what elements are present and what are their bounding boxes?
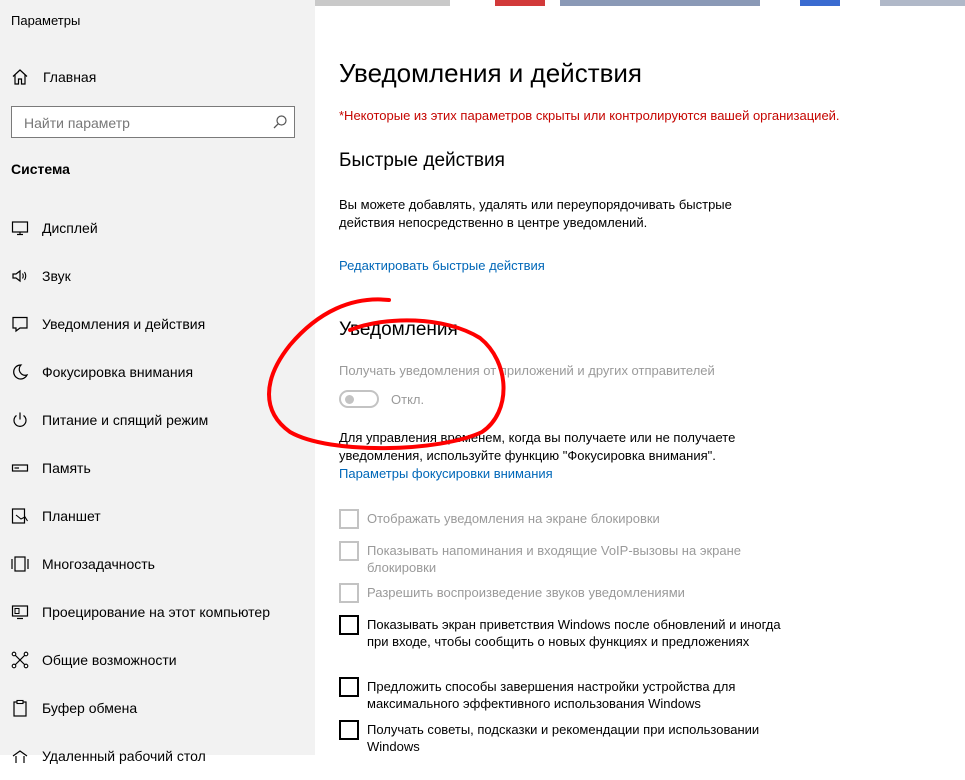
edit-quick-actions-link[interactable]: Редактировать быстрые действия [339,258,545,273]
notifications-heading: Уведомления [339,319,458,340]
remote-desktop-icon [12,750,28,763]
sidebar-item-multitasking[interactable]: Многозадачность [0,540,315,588]
sidebar-item-label: Питание и спящий режим [42,412,209,428]
checkbox-row: Показывать напоминания и входящие VoIP-в… [339,541,789,576]
page-title: Уведомления и действия [339,58,643,88]
quick-actions-description: Вы можете добавлять, удалять или переупо… [339,197,732,230]
checkbox-label: Предложить способы завершения настройки … [367,679,736,711]
sidebar-item-label: Планшет [42,508,101,524]
lock-screen-reminders-checkbox[interactable] [339,541,359,561]
sidebar-item-shared-experiences[interactable]: Общие возможности [0,636,315,684]
sidebar-item-label: Общие возможности [42,652,177,668]
quick-actions-heading: Быстрые действия [339,150,505,171]
display-icon [11,221,29,236]
policy-warning: *Некоторые из этих параметров скрыты или… [339,108,840,123]
checkbox-label: Показывать напоминания и входящие VoIP-в… [367,543,742,575]
sidebar-item-tablet[interactable]: Планшет [0,492,315,540]
sidebar-item-label: Звук [42,268,71,284]
checkbox-row: Получать советы, подсказки и рекомендаци… [339,720,789,755]
home-label: Главная [43,69,97,85]
notifications-toggle-label: Получать уведомления от приложений и дру… [339,363,715,378]
checkbox-label: Разрешить воспроизведение звуков уведомл… [367,585,685,600]
sidebar-item-sound[interactable]: Звук [0,252,315,300]
tips-checkbox[interactable] [339,720,359,740]
sidebar-item-label: Память [42,460,91,476]
checkbox-row: Разрешить воспроизведение звуков уведомл… [339,583,789,603]
focus-assist-settings-link[interactable]: Параметры фокусировки внимания [339,466,553,481]
sidebar-item-projecting[interactable]: Проецирование на этот компьютер [0,588,315,636]
notifications-icon [12,316,28,333]
setup-suggestions-checkbox[interactable] [339,677,359,697]
search-icon[interactable] [272,114,288,130]
checkbox-row: Предложить способы завершения настройки … [339,677,789,712]
sidebar-item-label: Удаленный рабочий стол [42,748,206,764]
notifications-toggle[interactable] [339,390,379,408]
sidebar-item-label: Фокусировка внимания [42,364,194,380]
lock-screen-notifications-checkbox[interactable] [339,509,359,529]
sidebar-item-focus-assist[interactable]: Фокусировка внимания [0,348,315,396]
toggle-state-label: Откл. [391,391,425,407]
sidebar-item-label: Дисплей [42,220,98,236]
notifications-toggle-row: Откл. [339,390,424,408]
toggle-knob [345,395,354,404]
tablet-icon [11,508,28,524]
section-heading: Система [11,161,70,177]
multitasking-icon [11,556,29,572]
sidebar-item-label: Буфер обмена [42,700,138,716]
projecting-icon [11,605,29,620]
clipboard-icon [13,699,27,717]
checkbox-label: Получать советы, подсказки и рекомендаци… [367,722,760,754]
search-placeholder: Найти параметр [24,115,130,131]
sidebar-home[interactable]: Главная [11,66,96,88]
shared-experiences-icon [11,651,29,669]
storage-icon [11,464,29,472]
notification-sounds-checkbox[interactable] [339,583,359,603]
home-icon [12,69,28,85]
window-title: Параметры [11,13,81,28]
main-content: Уведомления и действия *Некоторые из эти… [315,0,965,755]
sidebar-item-label: Многозадачность [42,556,155,572]
checkbox-row: Показывать экран приветствия Windows пос… [339,615,789,650]
power-icon [13,412,27,427]
sidebar-item-remote-desktop[interactable]: Удаленный рабочий стол [0,732,315,780]
sidebar-item-notifications[interactable]: Уведомления и действия [0,300,315,348]
welcome-experience-checkbox[interactable] [339,615,359,635]
search-input[interactable]: Найти параметр [11,106,295,138]
sidebar-item-display[interactable]: Дисплей [0,204,315,252]
checkbox-row: Отображать уведомления на экране блокиро… [339,509,789,529]
sound-icon [12,269,27,283]
sidebar-item-label: Уведомления и действия [42,316,206,332]
sidebar-item-clipboard[interactable]: Буфер обмена [0,684,315,732]
checkbox-label: Показывать экран приветствия Windows пос… [367,617,781,649]
sidebar-item-label: Проецирование на этот компьютер [42,604,270,620]
checkbox-label: Отображать уведомления на экране блокиро… [367,511,660,526]
sidebar-nav: Дисплей Звук Уведомления и действия Фоку… [0,204,315,780]
moon-icon [13,364,29,380]
sidebar: Параметры Главная Найти параметр Система… [0,0,315,764]
focus-assist-description: Для управления временем, когда вы получа… [339,430,736,463]
sidebar-item-power[interactable]: Питание и спящий режим [0,396,315,444]
sidebar-item-storage[interactable]: Память [0,444,315,492]
